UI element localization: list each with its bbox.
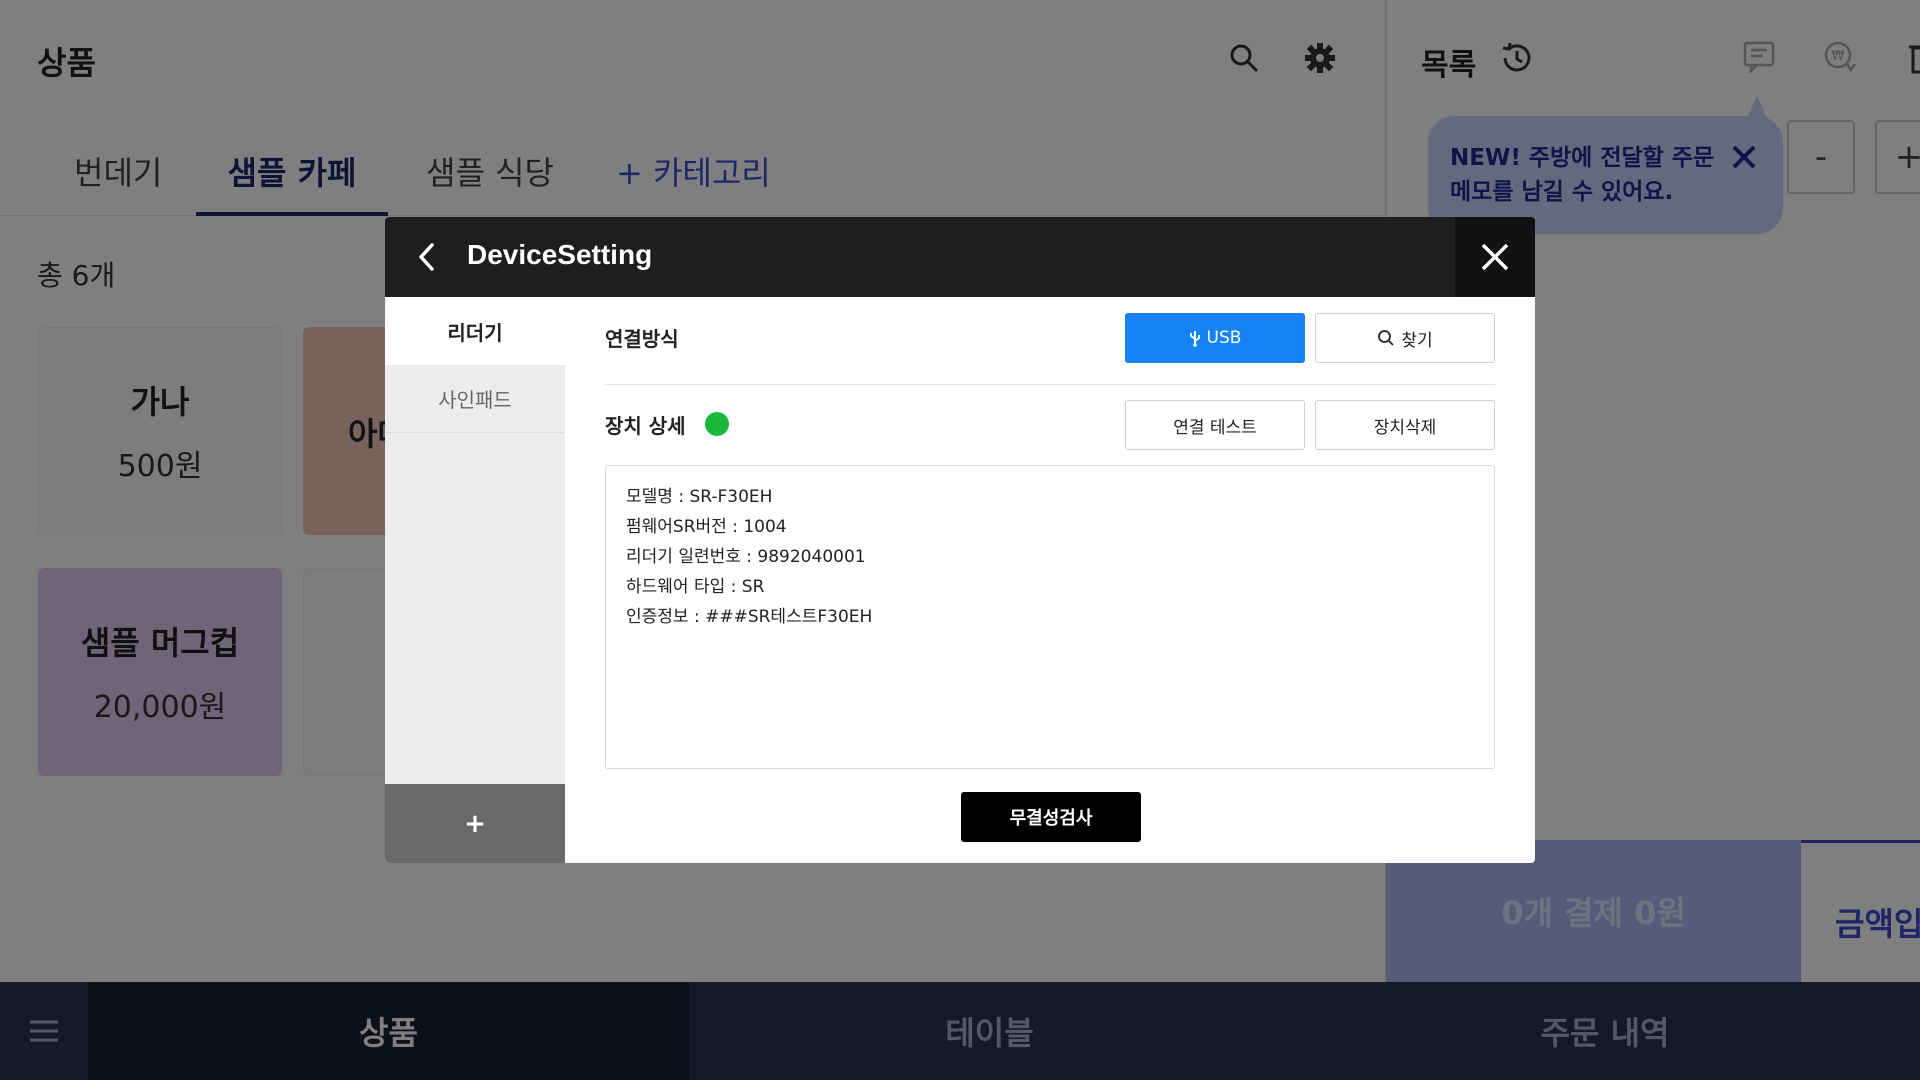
info-serial: 리더기 일련번호 : 9892040001 <box>626 547 866 567</box>
usb-button-label: USB <box>1206 328 1242 348</box>
info-certification: 인증정보 : ###SR테스트F30EH <box>626 607 873 627</box>
sidebar-item-reader[interactable]: 리더기 <box>385 297 565 365</box>
delete-device-button[interactable]: 장치삭제 <box>1315 400 1495 450</box>
device-setting-modal: DeviceSetting 리더기 사인패드 + 연결방식 USB 찾기 장치 … <box>385 217 1535 863</box>
sidebar-item-signpad[interactable]: 사인패드 <box>385 365 565 433</box>
connection-status-indicator <box>705 412 729 436</box>
info-model: 모델명 : SR-F30EH <box>626 487 773 507</box>
connection-method-label: 연결방식 <box>605 327 679 351</box>
find-device-button[interactable]: 찾기 <box>1315 313 1495 363</box>
pos-app: 상품 번데기 샘플 카페 샘플 식당 + 카테고리 총 6개 가나 500원 아… <box>0 0 1920 1080</box>
find-button-label: 찾기 <box>1401 330 1433 351</box>
connection-test-button[interactable]: 연결 테스트 <box>1125 400 1305 450</box>
device-type-sidebar: 리더기 사인패드 + <box>385 297 565 863</box>
modal-header: DeviceSetting <box>385 217 1535 297</box>
info-hardware-type: 하드웨어 타입 : SR <box>626 577 765 597</box>
modal-title: DeviceSetting <box>467 239 653 270</box>
add-device-button[interactable]: + <box>385 784 565 863</box>
integrity-check-button[interactable]: 무결성검사 <box>961 792 1141 842</box>
device-detail-label: 장치 상세 <box>605 414 686 438</box>
back-icon[interactable] <box>407 237 447 277</box>
device-detail-content: 연결방식 USB 찾기 장치 상세 연결 테스트 장치삭제 모델명 : SR-F… <box>565 297 1535 863</box>
search-icon <box>1378 330 1394 346</box>
section-divider <box>605 384 1495 385</box>
device-info-box: 모델명 : SR-F30EH 펌웨어SR버전 : 1004 리더기 일련번호 :… <box>605 465 1495 769</box>
usb-icon <box>1189 331 1200 347</box>
usb-button[interactable]: USB <box>1125 313 1305 363</box>
info-firmware: 펌웨어SR버전 : 1004 <box>626 517 787 537</box>
close-icon[interactable] <box>1455 217 1535 297</box>
